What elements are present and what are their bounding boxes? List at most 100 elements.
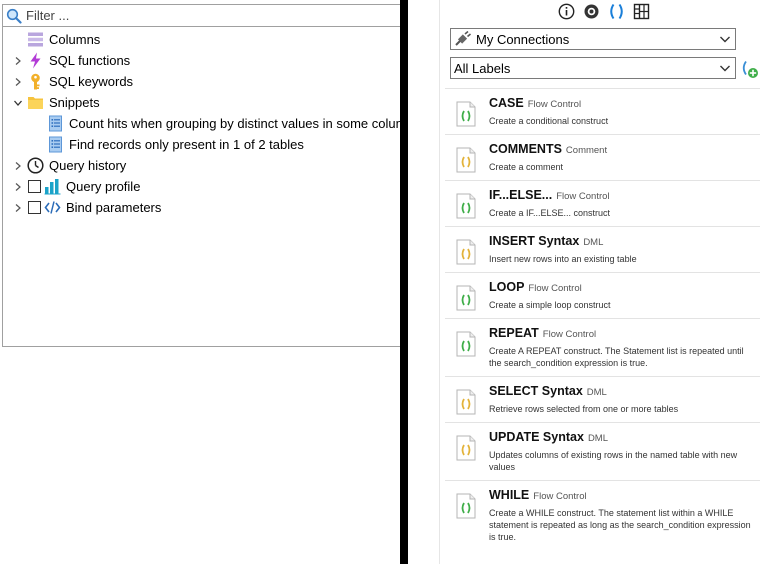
snippet-name: COMMENTS (489, 142, 562, 156)
search-icon (6, 8, 22, 24)
chevron-right-icon[interactable] (13, 56, 23, 66)
plug-icon (454, 30, 472, 47)
snippet-name: INSERT Syntax (489, 234, 580, 248)
snippet-description: Insert new rows into an existing table (489, 254, 637, 264)
tree-item-query-history[interactable]: Query history (13, 155, 126, 176)
tree-item-columns[interactable]: Columns (27, 29, 100, 50)
tree-item-label: Query history (49, 158, 127, 173)
snippet-description: Updates columns of existing rows in the … (489, 450, 738, 472)
snippet-name: SELECT Syntax (489, 384, 583, 398)
snippet-item[interactable]: COMMENTS Comment Create a comment (445, 134, 760, 180)
snippet-category: Flow Control (527, 99, 582, 110)
snippet-category: Comment (565, 145, 608, 156)
chevron-down-icon (717, 31, 733, 47)
snippet-category: Flow Control (528, 283, 582, 294)
tree-frame: Columns SQL functions SQL keywords (2, 4, 414, 347)
tree-item-label: Count hits when grouping by distinct val… (69, 116, 414, 131)
snippet-list: CASE Flow Control Create a conditional con… (445, 88, 760, 550)
snippet-name: UPDATE Syntax (489, 430, 584, 444)
tree-item-sql-functions[interactable]: SQL functions (13, 50, 130, 71)
tree-item-snippet-find-records[interactable]: Find records only present in 1 of 2 tabl… (47, 134, 304, 155)
chevron-right-icon[interactable] (13, 182, 23, 192)
snippet-item[interactable]: SELECT Syntax DML Retrieve rows selected f… (445, 376, 760, 422)
parentheses-icon[interactable] (608, 3, 625, 20)
snippet-category: Flow Control (556, 191, 610, 202)
snippet-item[interactable]: REPEAT Flow Control Create A REPEAT constr… (445, 318, 760, 376)
folder-icon (27, 94, 44, 111)
code-tag-icon (44, 199, 61, 216)
labels-value: All Labels (454, 60, 511, 76)
tree-item-label: Bind parameters (66, 200, 162, 215)
tree-item-query-profile[interactable]: Query profile (13, 176, 140, 197)
eye-icon[interactable] (583, 3, 600, 20)
document-icon (47, 136, 64, 153)
add-label-icon[interactable] (739, 59, 759, 79)
chevron-right-icon[interactable] (13, 77, 23, 87)
connections-dropdown[interactable]: My Connections (450, 28, 736, 50)
snippet-file-icon (455, 285, 477, 311)
snippet-file-icon (455, 147, 477, 173)
chevron-down-icon[interactable] (13, 98, 23, 108)
snippet-name: IF...ELSE... (489, 188, 553, 202)
snippets-panel: My Connections All Labels CASE Flow Contr… (408, 0, 760, 564)
snippet-category: DML (587, 433, 608, 444)
snippet-file-icon (455, 193, 477, 219)
tree-item-label: Columns (49, 32, 101, 47)
grid-icon[interactable] (633, 3, 650, 20)
chevron-right-icon[interactable] (13, 161, 23, 171)
query-profile-checkbox[interactable] (28, 180, 41, 193)
tree-item-label: SQL functions (49, 53, 131, 68)
connections-value: My Connections (476, 31, 570, 47)
snippet-file-icon (455, 331, 477, 357)
snippet-file-icon (455, 493, 477, 519)
info-icon[interactable] (558, 3, 575, 20)
columns-icon (27, 31, 44, 48)
tree-item-snippet-count-hits[interactable]: Count hits when grouping by distinct val… (47, 113, 414, 134)
snippet-category: Flow Control (533, 491, 587, 502)
filter-input[interactable] (26, 8, 386, 23)
snippet-description: Create a comment (489, 162, 564, 172)
snippet-item[interactable]: CASE Flow Control Create a conditional con… (445, 88, 760, 134)
snippet-name: CASE (489, 96, 524, 110)
chevron-down-icon (717, 60, 733, 76)
snippet-item[interactable]: INSERT Syntax DML Insert new rows into an … (445, 226, 760, 272)
tree-item-label: Snippets (49, 95, 100, 110)
lightning-icon (27, 52, 44, 69)
tree-item-snippets[interactable]: Snippets (13, 92, 100, 113)
snippets-toolbar (558, 3, 650, 20)
snippet-description: Create a simple loop construct (489, 300, 611, 310)
key-icon (27, 73, 44, 90)
tree-item-label: Query profile (66, 179, 141, 194)
chevron-right-icon[interactable] (13, 203, 23, 213)
snippet-name: REPEAT (489, 326, 539, 340)
snippet-file-icon (455, 101, 477, 127)
panel-divider[interactable] (400, 0, 408, 564)
snippet-description: Create A REPEAT construct. The Statement… (489, 346, 744, 368)
bind-parameters-checkbox[interactable] (28, 201, 41, 214)
snippet-name: LOOP (489, 280, 525, 294)
object-browser-panel: Columns SQL functions SQL keywords (0, 0, 414, 564)
labels-dropdown[interactable]: All Labels (450, 57, 736, 79)
tree-item-sql-keywords[interactable]: SQL keywords (13, 71, 133, 92)
snippet-item[interactable]: UPDATE Syntax DML Updates columns of exist… (445, 422, 760, 480)
tree-item-bind-parameters[interactable]: Bind parameters (13, 197, 161, 218)
snippet-file-icon (455, 389, 477, 415)
snippet-description: Create a WHILE construct. The statement … (489, 508, 751, 542)
document-icon (47, 115, 64, 132)
snippet-file-icon (455, 239, 477, 265)
filter-box[interactable] (3, 5, 400, 27)
snippet-category: DML (583, 237, 604, 248)
snippet-description: Create a conditional construct (489, 116, 609, 126)
tree-item-label: Find records only present in 1 of 2 tabl… (69, 137, 304, 152)
snippet-name: WHILE (489, 488, 530, 502)
tree-item-label: SQL keywords (49, 74, 134, 89)
panel-gutter (408, 0, 440, 564)
snippet-item[interactable]: LOOP Flow Control Create a simple loop con… (445, 272, 760, 318)
snippet-item[interactable]: WHILE Flow Control Create a WHILE construc… (445, 480, 760, 550)
clock-icon (27, 157, 44, 174)
bar-chart-icon (44, 178, 61, 195)
snippet-category: DML (586, 387, 607, 398)
snippet-description: Create a IF...ELSE... construct (489, 208, 611, 218)
snippet-file-icon (455, 435, 477, 461)
snippet-item[interactable]: IF...ELSE... Flow Control Create a IF...EL… (445, 180, 760, 226)
